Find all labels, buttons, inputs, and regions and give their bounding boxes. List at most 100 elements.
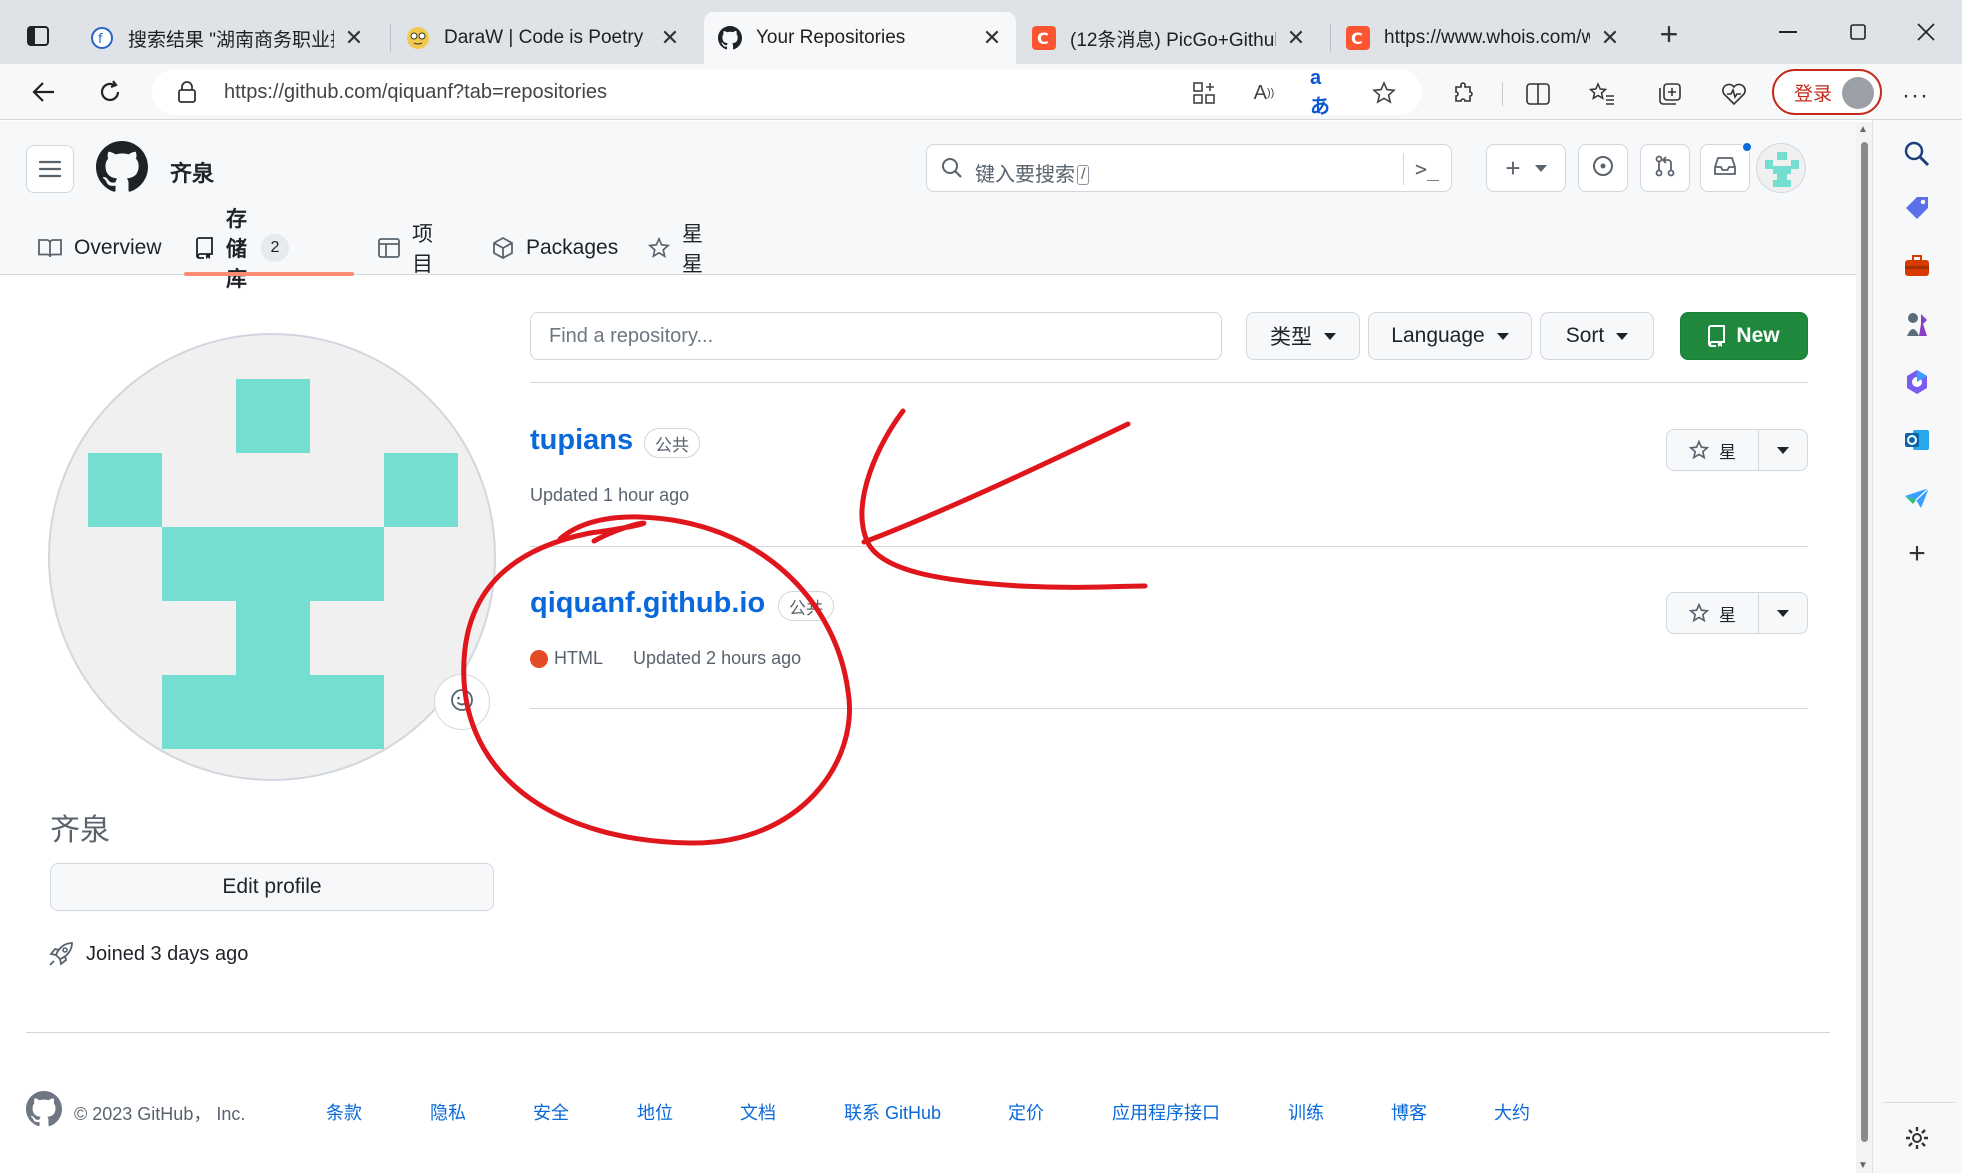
- github-search-input[interactable]: 键入要搜索 / >_: [926, 144, 1452, 192]
- package-icon: [492, 237, 514, 259]
- extensions-icon[interactable]: [1448, 78, 1480, 110]
- browser-essentials-icon[interactable]: [1718, 78, 1750, 110]
- sort-dropdown[interactable]: Sort: [1540, 312, 1654, 360]
- tab-repositories[interactable]: 存储 库 2: [196, 208, 289, 291]
- close-icon[interactable]: ✕: [982, 25, 1002, 51]
- issues-button[interactable]: [1578, 144, 1628, 192]
- search-icon[interactable]: [1899, 136, 1935, 172]
- translate-icon[interactable]: aあ: [1310, 67, 1338, 118]
- command-palette-icon[interactable]: >_: [1415, 157, 1439, 181]
- lock-icon[interactable]: [178, 81, 196, 108]
- scrollbar-thumb[interactable]: [1861, 142, 1868, 1142]
- split-screen-icon[interactable]: [1522, 78, 1554, 110]
- favorite-star-icon[interactable]: [1370, 79, 1398, 107]
- add-sidebar-app-icon[interactable]: +: [1899, 536, 1935, 572]
- page-scrollbar[interactable]: ▲ ▼: [1856, 122, 1872, 1173]
- profile-display-name: 齐泉: [50, 814, 110, 847]
- close-icon[interactable]: ✕: [660, 25, 680, 51]
- footer-link-pricing[interactable]: 定价: [1008, 1099, 1044, 1125]
- github-logo-icon[interactable]: [96, 141, 148, 193]
- window-close-icon[interactable]: [1906, 14, 1946, 50]
- github-page: 齐泉 键入要搜索 / >_ + Overview 存储 库 2 项目 Packa…: [0, 121, 1856, 1173]
- csdn-favicon-icon: C: [1032, 26, 1056, 50]
- github-footer-logo-icon[interactable]: [26, 1091, 62, 1132]
- repo-name-link[interactable]: qiquanf.github.io: [530, 587, 765, 620]
- footer-link-api[interactable]: 应用程序接口: [1112, 1099, 1220, 1125]
- toolbar-divider: [1502, 82, 1503, 106]
- scroll-up-icon[interactable]: ▲: [1858, 124, 1868, 135]
- more-options-icon[interactable]: ···: [1902, 82, 1929, 110]
- search-icon: [941, 157, 963, 184]
- tab-projects[interactable]: 项目: [378, 221, 433, 276]
- visibility-badge: 公共: [644, 428, 700, 458]
- games-chess-icon[interactable]: [1899, 306, 1935, 342]
- collections-icon[interactable]: [1654, 78, 1686, 110]
- close-icon[interactable]: ✕: [1286, 25, 1306, 51]
- language-filter-dropdown[interactable]: Language: [1368, 312, 1532, 360]
- star-button[interactable]: 星: [1667, 430, 1759, 470]
- header-username[interactable]: 齐泉: [170, 156, 214, 188]
- footer-link-docs[interactable]: 文档: [740, 1099, 776, 1125]
- footer-link-security[interactable]: 安全: [533, 1099, 569, 1125]
- address-bar[interactable]: https://github.com/qiquanf?tab=repositor…: [152, 67, 1422, 118]
- minimize-icon[interactable]: [1768, 14, 1808, 50]
- browser-tab[interactable]: C https://www.whois.com/wh ✕: [1332, 12, 1634, 64]
- find-repository-input[interactable]: [530, 312, 1222, 360]
- scroll-down-icon[interactable]: ▼: [1858, 1160, 1868, 1171]
- browser-tab[interactable]: f 搜索结果 "湖南商务职业技术 ✕: [76, 12, 378, 64]
- tab-packages[interactable]: Packages: [492, 221, 618, 275]
- send-plane-icon[interactable]: [1899, 480, 1935, 516]
- close-icon[interactable]: ✕: [344, 25, 364, 51]
- star-list-dropdown[interactable]: [1759, 430, 1807, 470]
- csdn-favicon-icon: C: [1346, 26, 1370, 50]
- repo-icon: [196, 237, 214, 259]
- language-filter-label: Language: [1391, 324, 1485, 347]
- header-avatar[interactable]: [1756, 143, 1806, 193]
- footer-link-privacy[interactable]: 隐私: [430, 1099, 466, 1125]
- settings-gear-icon[interactable]: [1899, 1120, 1935, 1156]
- footer-link-contact[interactable]: 联系 GitHub: [844, 1099, 941, 1125]
- set-status-button[interactable]: [434, 674, 490, 730]
- new-tab-icon[interactable]: +: [1652, 18, 1686, 52]
- create-new-dropdown[interactable]: +: [1486, 144, 1566, 192]
- tab-separator: [1330, 24, 1331, 52]
- profile-avatar[interactable]: [48, 333, 496, 781]
- close-icon[interactable]: ✕: [1600, 25, 1620, 51]
- pull-requests-button[interactable]: [1640, 144, 1690, 192]
- back-arrow-icon[interactable]: [24, 72, 64, 112]
- edit-profile-button[interactable]: Edit profile: [50, 863, 494, 911]
- tab-actions-icon[interactable]: [18, 18, 58, 54]
- shopping-tag-icon[interactable]: [1899, 190, 1935, 226]
- footer-link-terms[interactable]: 条款: [326, 1099, 362, 1125]
- browser-tab-active[interactable]: Your Repositories ✕: [704, 12, 1016, 64]
- browser-tab[interactable]: DaraW | Code is Poetry ✕: [392, 12, 694, 64]
- copilot-icon[interactable]: [1899, 364, 1935, 400]
- tab-stars[interactable]: 星星: [648, 221, 703, 276]
- type-filter-dropdown[interactable]: 类型: [1246, 312, 1360, 360]
- tools-briefcase-icon[interactable]: [1899, 248, 1935, 284]
- menu-hamburger-icon[interactable]: [26, 145, 74, 193]
- outlook-icon[interactable]: [1899, 422, 1935, 458]
- footer-link-training[interactable]: 训练: [1288, 1099, 1324, 1125]
- star-list-dropdown[interactable]: [1759, 593, 1807, 633]
- footer-copyright: © 2023 GitHub， Inc.: [74, 1104, 246, 1124]
- tab-separator: [390, 24, 391, 52]
- sort-label: Sort: [1565, 324, 1605, 347]
- repo-name-link[interactable]: tupians: [530, 424, 633, 457]
- table-icon: [378, 238, 400, 258]
- tab-overview[interactable]: Overview: [38, 221, 162, 275]
- app-grid-icon[interactable]: [1190, 79, 1218, 107]
- tab-overview-label: Overview: [74, 236, 162, 259]
- favorites-icon[interactable]: [1586, 78, 1618, 110]
- browser-tab[interactable]: C (12条消息) PicGo+Github搭 ✕: [1018, 12, 1320, 64]
- maximize-icon[interactable]: [1838, 14, 1878, 50]
- refresh-icon[interactable]: [90, 72, 130, 112]
- footer-link-status[interactable]: 地位: [637, 1099, 673, 1125]
- footer-link-blog[interactable]: 博客: [1391, 1099, 1427, 1125]
- login-button[interactable]: 登录: [1772, 69, 1882, 115]
- inbox-button[interactable]: [1700, 141, 1753, 192]
- star-button[interactable]: 星: [1667, 593, 1759, 633]
- footer-link-about[interactable]: 大约: [1494, 1099, 1530, 1125]
- read-aloud-icon[interactable]: A)): [1250, 79, 1278, 107]
- new-repository-button[interactable]: New: [1680, 312, 1808, 360]
